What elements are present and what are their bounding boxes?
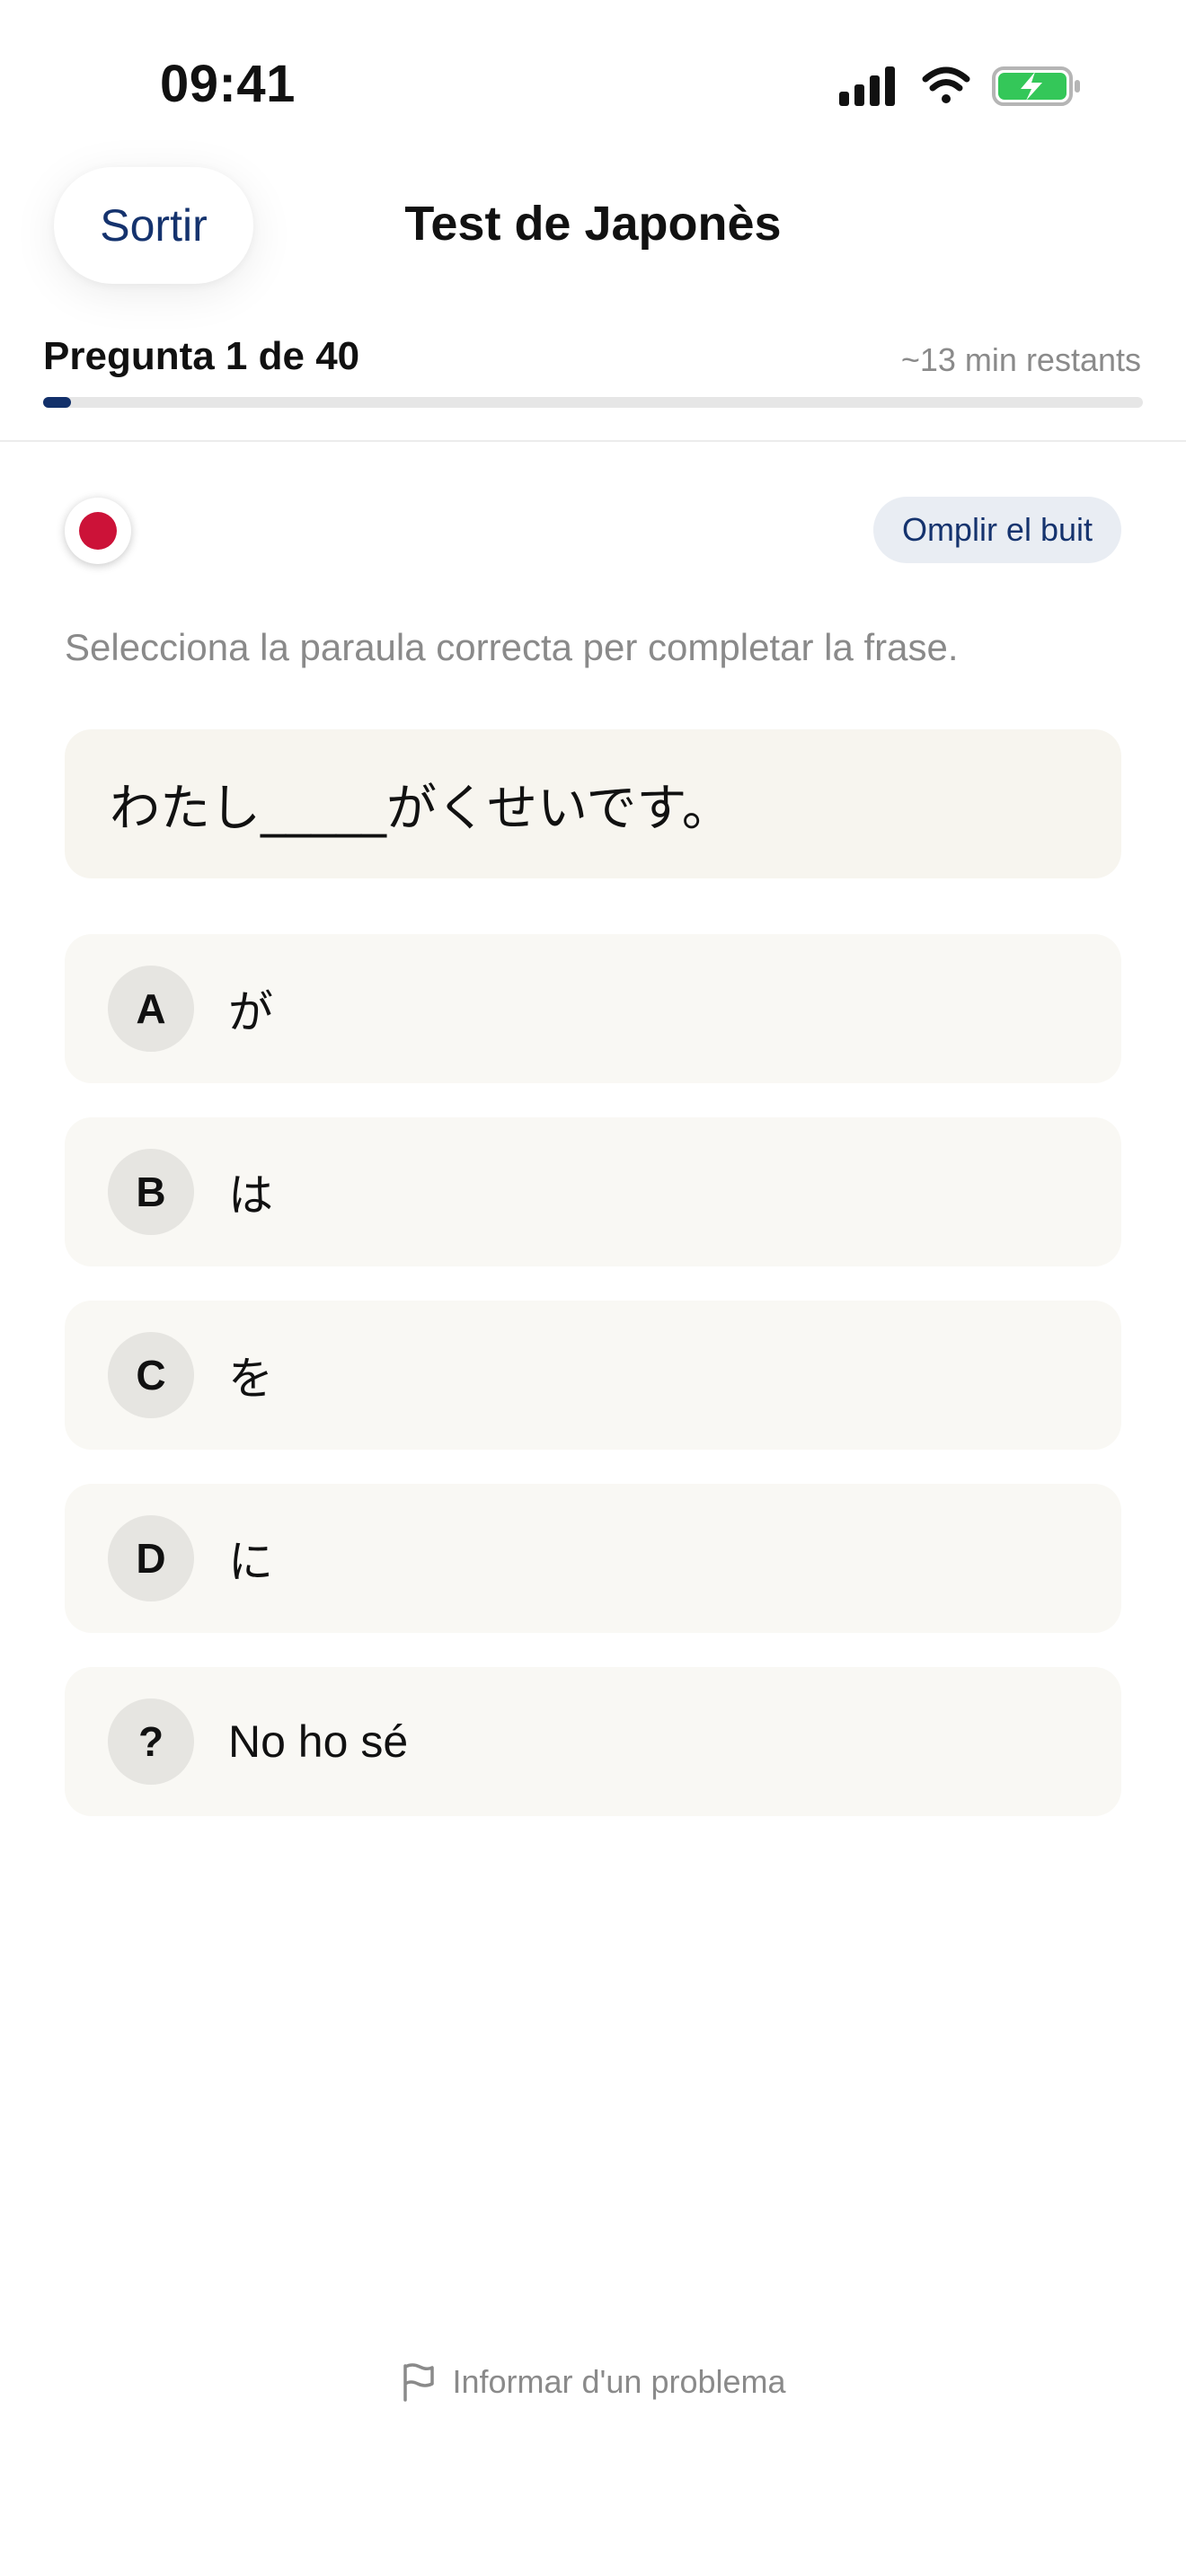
- answer-option-c[interactable]: C を: [65, 1301, 1121, 1450]
- time-remaining: ~13 min restants: [900, 341, 1141, 378]
- answer-option-d[interactable]: D に: [65, 1484, 1121, 1633]
- japan-flag-icon: [79, 512, 117, 550]
- question-type-badge: Omplir el buit: [872, 497, 1121, 563]
- report-problem-label: Informar d'un problema: [452, 2363, 786, 2400]
- option-letter: A: [108, 966, 194, 1052]
- answer-option-b[interactable]: B は: [65, 1117, 1121, 1266]
- option-letter: C: [108, 1332, 194, 1418]
- status-icons: [839, 63, 1082, 110]
- option-letter: ?: [108, 1698, 194, 1785]
- progress-fill: [43, 397, 71, 408]
- progress-bar: [43, 397, 1143, 408]
- option-text: No ho sé: [228, 1716, 409, 1767]
- option-letter: B: [108, 1149, 194, 1235]
- cellular-signal-icon: [839, 66, 895, 106]
- wifi-icon: [922, 66, 970, 103]
- page-title: Test de Japonès: [404, 197, 782, 251]
- battery-charging-icon: [992, 66, 1080, 106]
- question-sentence: わたし_____がくせいです。: [65, 729, 1121, 878]
- question-counter: Pregunta 1 de 40: [43, 334, 360, 378]
- option-text: は: [228, 1169, 273, 1222]
- option-text: を: [228, 1353, 273, 1405]
- question-instruction: Selecciona la paraula correcta per compl…: [65, 626, 959, 668]
- quiz-screen: 09:41 Sortir Test de Japonès Pregunta 1 …: [0, 0, 1186, 2576]
- answer-option-a[interactable]: A が: [65, 934, 1121, 1083]
- option-text: に: [228, 1536, 273, 1588]
- option-letter: D: [108, 1515, 194, 1601]
- language-flag: [65, 498, 131, 564]
- header-divider: [0, 440, 1186, 442]
- report-problem-link[interactable]: Informar d'un problema: [0, 2362, 1186, 2402]
- answer-option-dont-know[interactable]: ? No ho sé: [65, 1667, 1121, 1816]
- option-text: が: [228, 986, 273, 1038]
- status-time: 09:41: [160, 55, 296, 113]
- flag-outline-icon: [403, 2363, 435, 2402]
